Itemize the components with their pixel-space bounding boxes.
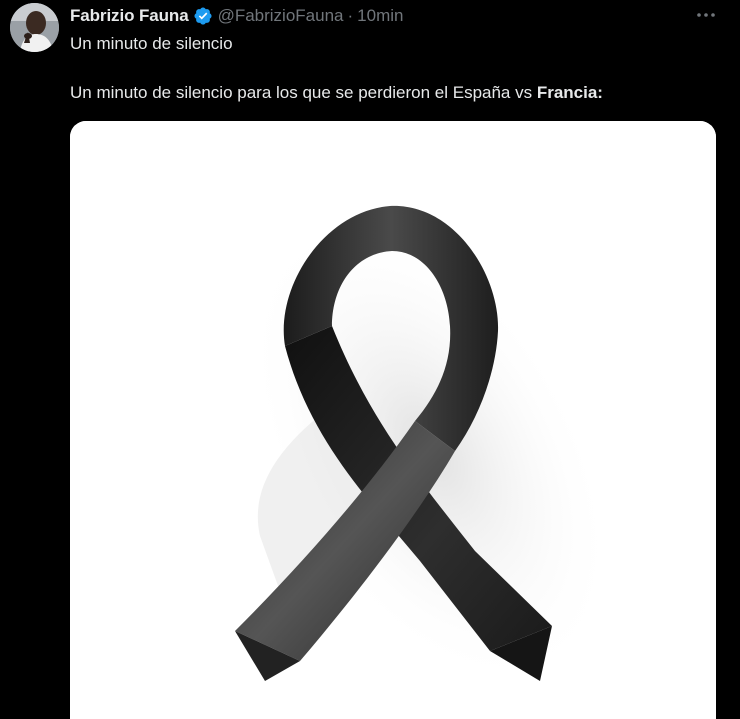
- tweet-text-line1: Un minuto de silencio: [70, 34, 233, 53]
- author-name[interactable]: Fabrizio Fauna: [70, 5, 189, 27]
- verified-badge-icon: [193, 6, 213, 26]
- tweet-header: Fabrizio Fauna @FabrizioFauna · 10min: [70, 5, 403, 27]
- black-ribbon-image: [70, 121, 716, 719]
- tweet-text-bold: Francia:: [536, 83, 603, 102]
- author-handle[interactable]: @FabrizioFauna: [218, 5, 344, 27]
- avatar[interactable]: [10, 3, 59, 52]
- tweet-text-regular: Un minuto de silencio para los que se pe…: [70, 83, 537, 102]
- timestamp[interactable]: 10min: [357, 5, 403, 27]
- tweet-media-image[interactable]: [70, 121, 716, 719]
- separator-dot: ·: [347, 6, 354, 25]
- more-options-icon[interactable]: [695, 4, 717, 26]
- tweet: Fabrizio Fauna @FabrizioFauna · 10min Un…: [0, 0, 740, 719]
- tweet-text-line2: Un minuto de silencio para los que se pe…: [70, 82, 603, 104]
